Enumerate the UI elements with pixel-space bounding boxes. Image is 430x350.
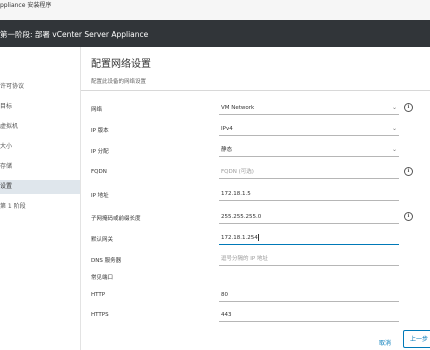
- step-size[interactable]: 大小: [0, 140, 80, 154]
- http-port-input[interactable]: 80: [219, 289, 399, 302]
- row-https: HTTPS 443: [81, 308, 430, 326]
- step-storage[interactable]: 存储: [0, 160, 80, 174]
- dns-input[interactable]: 逗号分隔的 IP 地址: [219, 253, 399, 266]
- subnet-label: 子网掩码或前缀长度: [91, 216, 141, 222]
- row-fqdn: FQDN FQDN (可选) i: [81, 165, 430, 183]
- chevron-down-icon: ⌄: [391, 125, 397, 132]
- fqdn-input[interactable]: FQDN (可选): [219, 166, 399, 179]
- ip-address-input[interactable]: 172.18.1.5: [219, 188, 399, 201]
- http-label: HTTP: [91, 292, 106, 298]
- fqdn-label: FQDN: [91, 169, 107, 175]
- row-http: HTTP 80: [81, 288, 430, 306]
- window-titlebar: ppliance 安装程序: [0, 0, 430, 21]
- cancel-button[interactable]: 取消: [379, 338, 391, 347]
- main-content: 配置网络设置 配置此设备的网络设置 网络 VM Network ⌄ i IP 版…: [81, 47, 430, 350]
- https-port-input[interactable]: 443: [219, 309, 399, 322]
- page-title: 配置网络设置: [91, 59, 151, 70]
- divider: [81, 90, 430, 91]
- common-ports-heading: 常见端口: [91, 275, 114, 281]
- step-vm[interactable]: 虚拟机: [0, 120, 80, 134]
- gateway-input[interactable]: 172.18.1.254: [219, 232, 399, 245]
- text-cursor: [257, 234, 259, 241]
- chevron-down-icon: ⌄: [391, 104, 397, 111]
- gateway-label: 默认网关: [91, 237, 114, 243]
- ip-address-label: IP 地址: [91, 193, 109, 199]
- back-button[interactable]: 上一步: [403, 330, 430, 348]
- chevron-down-icon: ⌄: [391, 146, 397, 153]
- ip-version-label: IP 版本: [91, 128, 109, 134]
- step-stage-1[interactable]: 第 1 阶段: [0, 200, 80, 214]
- info-icon[interactable]: i: [404, 103, 413, 112]
- ip-version-select[interactable]: IPv4 ⌄: [219, 123, 399, 136]
- wizard-steps-sidebar: 许可协议 目标 虚拟机 大小 存储 设置 第 1 阶段: [0, 47, 81, 350]
- step-settings[interactable]: 设置: [0, 180, 80, 194]
- row-ip-assignment: IP 分配 静态 ⌄: [81, 143, 430, 161]
- ip-assignment-select[interactable]: 静态 ⌄: [219, 144, 399, 157]
- row-subnet: 子网掩码或前缀长度 255.255.255.0 i: [81, 210, 430, 228]
- row-ip-version: IP 版本 IPv4 ⌄: [81, 122, 430, 140]
- step-license[interactable]: 许可协议: [0, 80, 80, 94]
- page-subtitle: 配置此设备的网络设置: [91, 79, 147, 85]
- row-dns: DNS 服务器 逗号分隔的 IP 地址: [81, 252, 430, 270]
- info-icon[interactable]: i: [404, 212, 413, 221]
- dns-label: DNS 服务器: [91, 258, 122, 264]
- wizard-header: 第一阶段: 部署 vCenter Server Appliance: [0, 20, 430, 47]
- https-label: HTTPS: [91, 312, 109, 318]
- step-target[interactable]: 目标: [0, 100, 80, 114]
- row-ip-address: IP 地址 172.18.1.5: [81, 187, 430, 205]
- row-gateway: 默认网关 172.18.1.254: [81, 231, 430, 249]
- wizard-header-title: 第一阶段: 部署 vCenter Server Appliance: [0, 30, 149, 39]
- info-icon[interactable]: i: [404, 167, 413, 176]
- subnet-input[interactable]: 255.255.255.0: [219, 211, 399, 224]
- row-common-ports: 常见端口: [81, 269, 430, 287]
- network-select[interactable]: VM Network ⌄: [219, 102, 399, 115]
- window-title: ppliance 安装程序: [0, 2, 52, 9]
- network-label: 网络: [91, 107, 103, 113]
- row-network: 网络 VM Network ⌄ i: [81, 101, 430, 119]
- ip-assignment-label: IP 分配: [91, 149, 109, 155]
